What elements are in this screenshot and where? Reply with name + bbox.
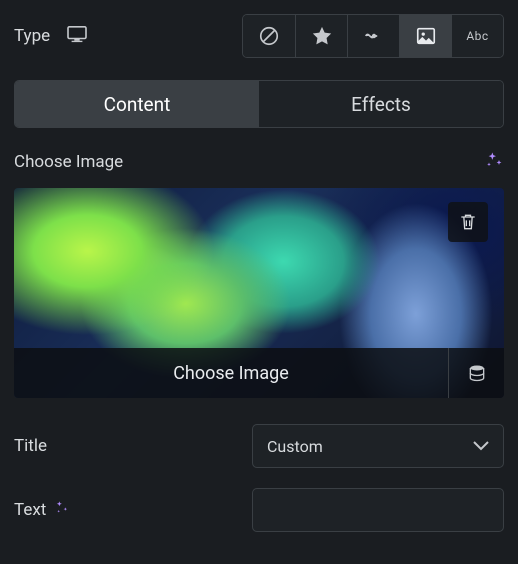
type-freehand-button[interactable] [347, 15, 399, 57]
type-label: Type [14, 26, 50, 46]
type-row: Type Abc [14, 14, 504, 58]
choose-image-label: Choose Image [14, 152, 123, 172]
title-select-value: Custom [267, 437, 323, 456]
delete-image-button[interactable] [448, 202, 488, 242]
text-input[interactable] [252, 488, 504, 532]
tab-effects[interactable]: Effects [259, 81, 503, 127]
image-preview: Choose Image [14, 188, 504, 398]
text-row: Text [14, 488, 504, 532]
image-footer: Choose Image [14, 348, 504, 398]
sparkles-icon[interactable] [54, 500, 70, 521]
desktop-device-icon[interactable] [66, 25, 88, 47]
sparkles-icon[interactable] [484, 150, 504, 174]
title-select[interactable]: Custom [252, 424, 504, 468]
title-label: Title [14, 436, 47, 456]
choose-image-button[interactable]: Choose Image [14, 348, 448, 398]
type-none-button[interactable] [243, 15, 295, 57]
content-effects-tabs: Content Effects [14, 80, 504, 128]
text-label: Text [14, 500, 70, 521]
title-row: Title Custom [14, 424, 504, 468]
type-star-button[interactable] [295, 15, 347, 57]
text-type-label: Abc [466, 29, 488, 43]
type-button-group: Abc [242, 14, 504, 58]
chevron-down-icon [473, 441, 489, 451]
image-library-button[interactable] [448, 348, 504, 398]
tab-content[interactable]: Content [15, 81, 259, 127]
choose-image-header: Choose Image [14, 150, 504, 174]
type-image-button[interactable] [399, 15, 451, 57]
type-text-button[interactable]: Abc [451, 15, 503, 57]
